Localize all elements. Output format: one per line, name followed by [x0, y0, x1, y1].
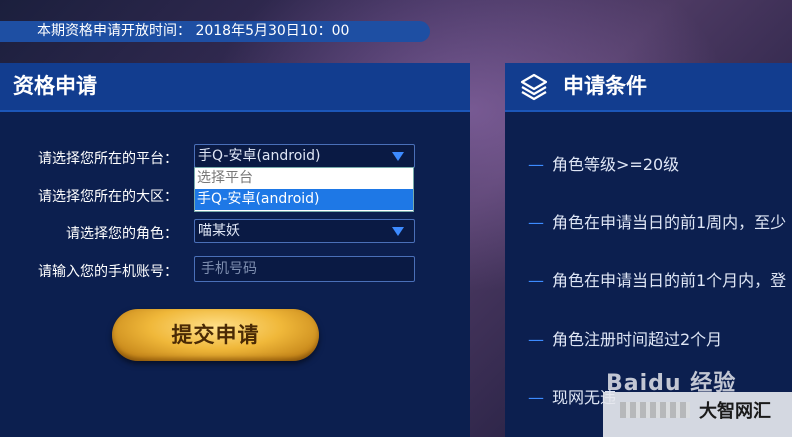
application-panel: 资格申请 — [0, 63, 470, 437]
platform-select-value: 手Q-安卓(android) — [198, 148, 321, 164]
condition-item: — 角色在申请当日的前1周内，至少 — [528, 209, 786, 233]
phone-input[interactable]: 手机号码 — [194, 256, 415, 282]
platform-dropdown: 选择平台 手Q-安卓(android) — [194, 167, 414, 212]
open-time-banner: 本期资格申请开放时间： 2018年5月30日10：00 — [0, 21, 430, 42]
chevron-down-icon — [392, 227, 404, 236]
role-select-value: 喵某妖 — [198, 223, 240, 239]
dash-icon: — — [528, 388, 544, 407]
condition-item: — 角色注册时间超过2个月 — [528, 326, 722, 350]
platform-option[interactable]: 选择平台 — [195, 168, 413, 189]
brand-watermark: 大智网汇 — [699, 401, 771, 422]
dash-icon: — — [528, 271, 544, 290]
platform-option-selected[interactable]: 手Q-安卓(android) — [195, 189, 413, 210]
role-label: 请选择您的角色： — [66, 226, 178, 242]
dash-icon: — — [528, 330, 544, 349]
submit-button[interactable]: 提交申请 — [112, 309, 319, 361]
condition-item: — 角色等级>=20级 — [528, 151, 679, 175]
condition-text: 角色在申请当日的前1个月内，登 — [552, 271, 787, 290]
phone-row: 请输入您的手机账号： 手机号码 — [0, 256, 470, 284]
platform-select[interactable]: 手Q-安卓(android) — [194, 144, 415, 168]
role-select[interactable]: 喵某妖 — [194, 219, 415, 243]
dash-icon: — — [528, 213, 544, 232]
application-panel-title: 资格申请 — [0, 63, 470, 112]
conditions-panel-title: 申请条件 — [563, 74, 647, 98]
conditions-panel-header: 申请条件 — [505, 63, 792, 112]
condition-text: 角色注册时间超过2个月 — [552, 330, 723, 349]
blurred-region — [620, 402, 690, 418]
condition-item: — 角色在申请当日的前1个月内，登 — [528, 267, 786, 291]
condition-text: 角色在申请当日的前1周内，至少 — [552, 213, 787, 232]
layers-icon — [520, 73, 548, 100]
platform-label: 请选择您所在的平台： — [38, 151, 178, 167]
dash-icon: — — [528, 155, 544, 174]
phone-label: 请输入您的手机账号： — [38, 264, 178, 280]
region-label: 请选择您所在的大区： — [38, 189, 178, 205]
chevron-down-icon — [392, 152, 404, 161]
role-row: 请选择您的角色： 喵某妖 — [0, 218, 470, 246]
condition-text: 角色等级>=20级 — [552, 155, 680, 174]
